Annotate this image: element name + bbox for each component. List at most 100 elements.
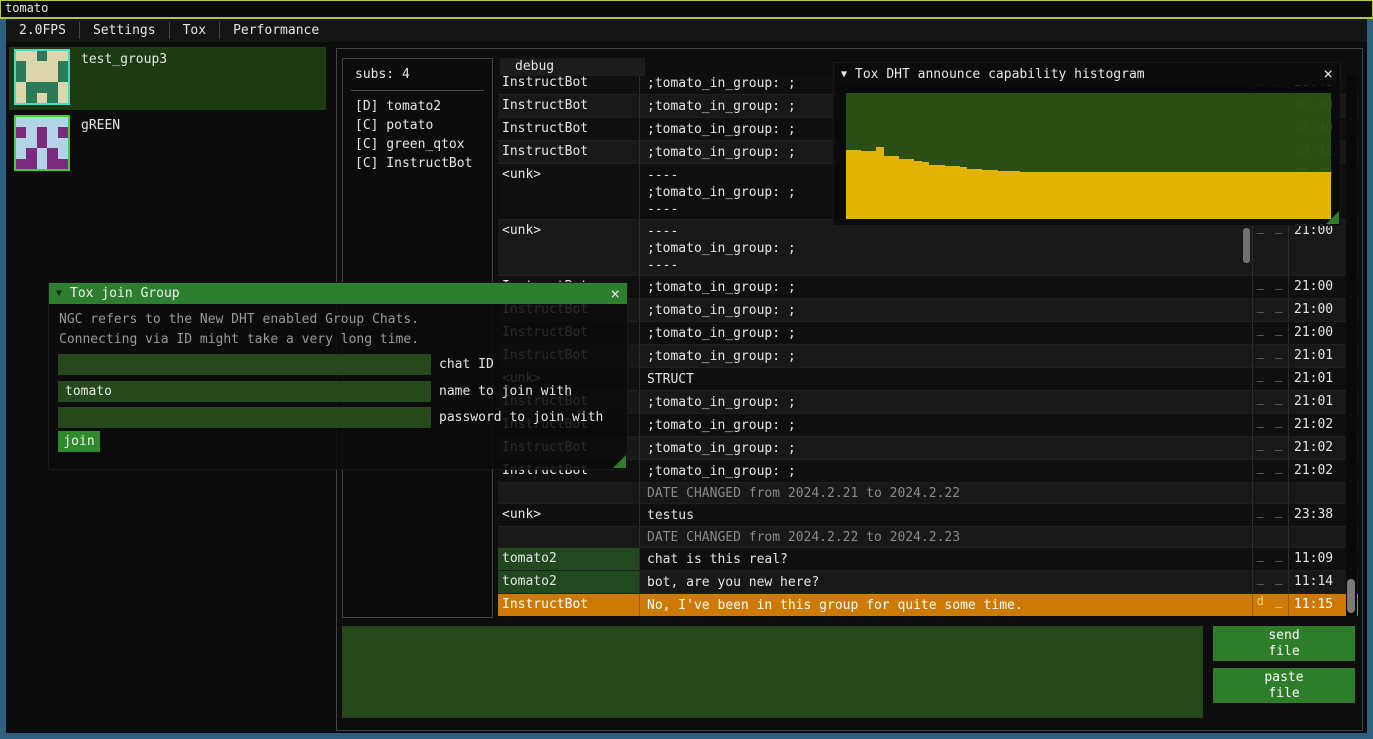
group-name-label: gREEN <box>81 118 120 133</box>
collapse-arrow-icon[interactable]: ▼ <box>841 69 847 80</box>
join-password-input[interactable] <box>58 407 431 428</box>
message-sender <box>498 527 640 547</box>
message-text: ;tomato_in_group: ; <box>640 391 1252 413</box>
histogram-bar <box>1316 172 1324 219</box>
message-line: ;tomato_in_group: ; <box>647 440 1250 457</box>
chat-message-row: <unk>testus_ _23:38 <box>498 504 1358 527</box>
message-text: bot, are you new here? <box>640 571 1252 593</box>
histogram-bar <box>1142 172 1150 219</box>
message-sender <box>498 483 640 503</box>
message-timestamp: 21:01 <box>1288 391 1342 413</box>
histogram-bar <box>1195 172 1203 219</box>
histogram-bar <box>1051 172 1059 219</box>
send-file-button[interactable]: send file <box>1213 626 1355 661</box>
message-line: No, I've been in this group for quite so… <box>647 597 1250 614</box>
join-info-line: Connecting via ID might take a very long… <box>59 332 419 347</box>
message-sender: tomato2 <box>498 571 640 593</box>
member-row-tomato2[interactable]: [D] tomato2 <box>343 97 492 116</box>
message-flags: _ _ <box>1252 548 1288 570</box>
join-button[interactable]: join <box>58 431 100 452</box>
menu-performance[interactable]: Performance <box>220 19 332 42</box>
message-line: ;tomato_in_group: ; <box>647 463 1250 480</box>
histogram-bar <box>1020 172 1028 219</box>
members-list: [D] tomato2[C] potato[C] green_qtox[C] I… <box>343 97 492 173</box>
dht-histogram-titlebar[interactable]: ▼ Tox DHT announce capability histogram … <box>834 63 1340 85</box>
close-icon[interactable]: × <box>1323 66 1333 82</box>
histogram-bar <box>884 156 892 219</box>
window-titlebar[interactable]: tomato <box>0 0 1373 17</box>
message-timestamp: 11:15 <box>1288 594 1342 616</box>
chat-message-row: tomato2chat is this real?_ _11:09 <box>498 548 1358 571</box>
message-flags: _ _ <box>1252 571 1288 593</box>
message-sender: InstructBot <box>498 76 640 94</box>
message-flags <box>1252 483 1288 503</box>
message-timestamp: 21:01 <box>1288 345 1342 367</box>
message-timestamp <box>1288 483 1342 503</box>
menu-tox[interactable]: Tox <box>170 19 219 42</box>
chat-message-row: <unk>----;tomato_in_group: ;----_ _21:00 <box>498 220 1358 276</box>
message-flags: _ _ <box>1252 220 1288 275</box>
message-text: ;tomato_in_group: ; <box>640 276 1252 298</box>
histogram-bar <box>1005 171 1013 219</box>
paste-file-button[interactable]: paste file <box>1213 668 1355 703</box>
collapse-arrow-icon[interactable]: ▼ <box>56 288 62 299</box>
chat-id-input[interactable] <box>58 354 431 375</box>
message-timestamp: 21:00 <box>1288 322 1342 344</box>
message-timestamp: 11:14 <box>1288 571 1342 593</box>
message-timestamp: 21:00 <box>1288 299 1342 321</box>
histogram-bar <box>1096 172 1104 219</box>
message-scrollbar-thumb[interactable] <box>1243 228 1250 263</box>
message-input[interactable] <box>342 626 1203 718</box>
histogram-bar <box>1119 172 1127 219</box>
resize-grip[interactable] <box>1326 211 1339 224</box>
histogram-bar <box>1232 172 1240 219</box>
resize-grip[interactable] <box>613 455 626 468</box>
date-divider-row: DATE CHANGED from 2024.2.22 to 2024.2.23 <box>498 527 1358 548</box>
chat-scrollbar-thumb[interactable] <box>1347 579 1355 613</box>
histogram-bar <box>1301 172 1309 219</box>
message-timestamp: 11:09 <box>1288 548 1342 570</box>
message-line: testus <box>647 507 1250 524</box>
date-changed-text: DATE CHANGED from 2024.2.21 to 2024.2.22 <box>647 486 1250 501</box>
join-password-label: password to join with <box>439 410 603 425</box>
histogram-bar <box>952 166 960 219</box>
histogram-bar <box>1308 172 1316 219</box>
message-line: ;tomato_in_group: ; <box>647 279 1250 296</box>
join-name-input[interactable] <box>58 381 431 402</box>
dht-histogram-window: ▼ Tox DHT announce capability histogram … <box>833 62 1341 226</box>
message-line: ---- <box>647 257 1250 274</box>
member-row-InstructBot[interactable]: [C] InstructBot <box>343 154 492 173</box>
message-sender: InstructBot <box>498 95 640 117</box>
histogram-bar <box>990 170 998 219</box>
histogram-bar <box>945 166 953 219</box>
message-sender: <unk> <box>498 220 640 275</box>
histogram-bar <box>1202 172 1210 219</box>
histogram-bar <box>1081 172 1089 219</box>
histogram-bar <box>1013 171 1021 219</box>
message-text: testus <box>640 504 1252 526</box>
message-text: ;tomato_in_group: ; <box>640 322 1252 344</box>
message-sender: tomato2 <box>498 548 640 570</box>
message-timestamp: 21:00 <box>1288 220 1342 275</box>
histogram-bar <box>1255 172 1263 219</box>
chat-scrollbar[interactable] <box>1346 76 1357 616</box>
histogram-bar <box>922 162 930 219</box>
message-text: chat is this real? <box>640 548 1252 570</box>
message-sender: <unk> <box>498 504 640 526</box>
close-icon[interactable]: × <box>610 286 620 302</box>
join-group-titlebar[interactable]: ▼ Tox join Group × <box>49 283 627 304</box>
menu-settings[interactable]: Settings <box>80 19 169 42</box>
histogram-bar <box>1225 172 1233 219</box>
sidebar-item-gREEN[interactable]: gREEN <box>9 113 326 176</box>
histogram-bar <box>899 159 907 219</box>
chat-message-row: tomato2bot, are you new here?_ _11:14 <box>498 571 1358 594</box>
tab-debug[interactable]: debug <box>500 58 645 76</box>
message-sender: InstructBot <box>498 594 640 616</box>
message-text: DATE CHANGED from 2024.2.21 to 2024.2.22 <box>640 483 1252 503</box>
sidebar-item-test_group3[interactable]: test_group3 <box>9 47 326 110</box>
member-row-potato[interactable]: [C] potato <box>343 116 492 135</box>
member-row-green_qtox[interactable]: [C] green_qtox <box>343 135 492 154</box>
histogram-bar <box>1217 172 1225 219</box>
join-info-line: NGC refers to the New DHT enabled Group … <box>59 312 419 327</box>
message-flags: _ _ <box>1252 299 1288 321</box>
